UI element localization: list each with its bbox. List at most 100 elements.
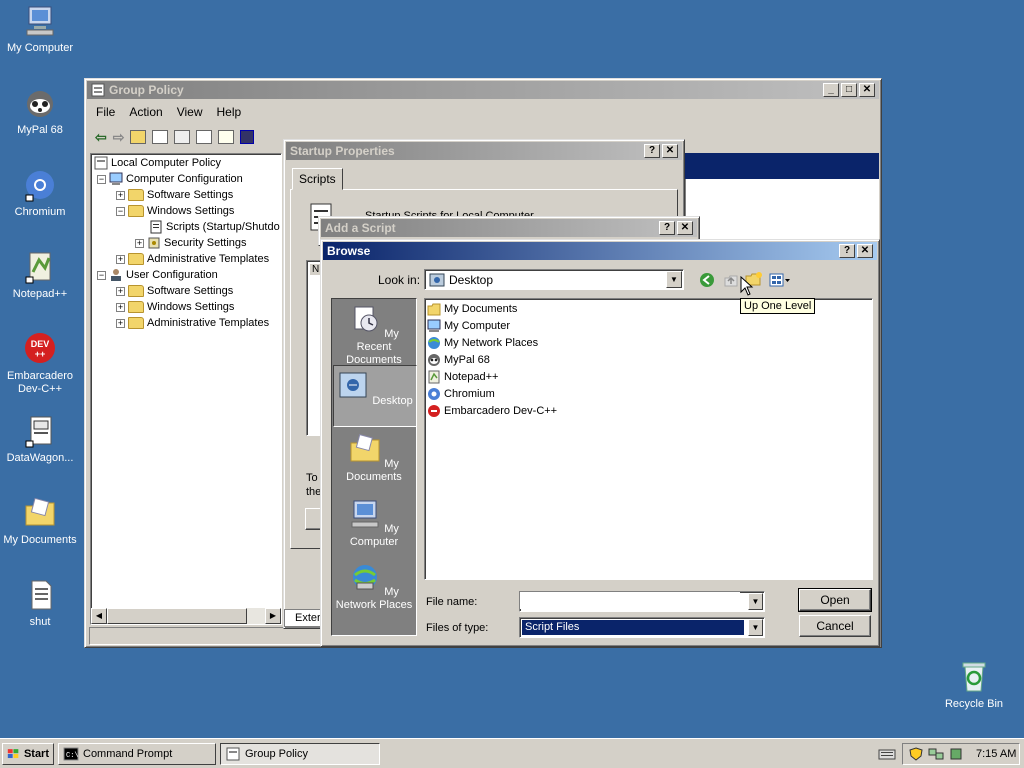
close-button[interactable]: ✕ bbox=[662, 144, 678, 158]
list-item-my-computer[interactable]: My Computer bbox=[427, 318, 510, 334]
list-item-mypal[interactable]: MyPal 68 bbox=[427, 352, 490, 368]
tree-item-windows-settings[interactable]: − Windows Settings bbox=[116, 203, 234, 219]
tree-horizontal-scrollbar[interactable]: ◀ ▶ bbox=[91, 608, 281, 624]
desktop-icon-notepadpp[interactable]: Notepad++ bbox=[0, 250, 80, 301]
tree-item-user-configuration[interactable]: − User Configuration bbox=[97, 267, 218, 283]
tree-item-computer-configuration[interactable]: − Computer Configuration bbox=[97, 171, 243, 187]
chevron-down-icon[interactable]: ▼ bbox=[748, 619, 763, 636]
tree-item-local-computer-policy[interactable]: Local Computer Policy bbox=[94, 155, 221, 171]
menu-action[interactable]: Action bbox=[122, 103, 169, 121]
tree-item-user-windows-settings[interactable]: + Windows Settings bbox=[116, 299, 234, 315]
open-button[interactable]: Open bbox=[798, 588, 872, 612]
add-script-titlebar[interactable]: Add a Script ? ✕ bbox=[321, 219, 697, 237]
scroll-right-button[interactable]: ▶ bbox=[265, 608, 281, 624]
view-menu-icon[interactable] bbox=[769, 272, 791, 288]
list-item-devcpp[interactable]: Embarcadero Dev-C++ bbox=[427, 403, 557, 419]
scroll-left-button[interactable]: ◀ bbox=[91, 608, 107, 624]
tree-pane[interactable]: Local Computer Policy − Computer Configu… bbox=[90, 153, 282, 625]
places-my-computer[interactable]: My Computer bbox=[332, 498, 416, 549]
places-my-network-places[interactable]: My Network Places bbox=[332, 561, 416, 612]
desktop-icon-recycle-bin[interactable]: Recycle Bin bbox=[934, 660, 1014, 711]
menu-view[interactable]: View bbox=[170, 103, 210, 121]
expand-icon[interactable]: + bbox=[116, 318, 125, 328]
file-name-input[interactable] bbox=[520, 592, 740, 609]
desktop-icon-mypal[interactable]: MyPal 68 bbox=[0, 86, 80, 137]
shield-icon[interactable] bbox=[909, 747, 923, 761]
places-my-documents[interactable]: My Documents bbox=[332, 433, 416, 484]
help-button[interactable]: ? bbox=[839, 244, 855, 258]
expand-icon[interactable]: + bbox=[116, 190, 125, 200]
desktop-icon-devcpp[interactable]: DEV ++ Embarcadero Dev-C++ bbox=[0, 332, 80, 396]
expand-icon[interactable]: + bbox=[135, 238, 144, 248]
forward-arrow-icon[interactable]: ⇨ bbox=[113, 129, 125, 146]
computer-policy-icon bbox=[94, 156, 108, 170]
network-icon[interactable] bbox=[928, 747, 944, 761]
desktop-icon-datawagon[interactable]: DataWagon... bbox=[0, 414, 80, 465]
file-list[interactable]: My Documents My Computer My Network Plac… bbox=[424, 298, 873, 580]
taskbar-command-prompt[interactable]: C:\ Command Prompt bbox=[58, 743, 216, 765]
desktop-icon-shut[interactable]: shut bbox=[0, 578, 80, 629]
keyboard-icon[interactable] bbox=[878, 747, 896, 761]
tray-app-icon[interactable] bbox=[949, 747, 963, 761]
up-folder-icon[interactable] bbox=[130, 130, 147, 144]
list-item-my-documents[interactable]: My Documents bbox=[427, 301, 517, 317]
help-button[interactable]: ? bbox=[644, 144, 660, 158]
start-button[interactable]: Start bbox=[2, 743, 54, 765]
list-item-chromium[interactable]: Chromium bbox=[427, 386, 495, 402]
close-button[interactable]: ✕ bbox=[677, 221, 693, 235]
group-policy-icon bbox=[91, 83, 105, 97]
show-hide-tree-icon[interactable] bbox=[152, 130, 169, 144]
chevron-down-icon[interactable]: ▼ bbox=[666, 271, 682, 288]
desktop-icon-my-computer[interactable]: My Computer bbox=[0, 4, 80, 55]
taskbar-group-policy[interactable]: Group Policy bbox=[220, 743, 380, 765]
tree-item-security-settings[interactable]: + Security Settings bbox=[135, 235, 247, 251]
desktop-icon bbox=[429, 273, 445, 286]
chevron-down-icon[interactable]: ▼ bbox=[748, 593, 763, 610]
close-button[interactable]: ✕ bbox=[859, 83, 875, 97]
expand-icon[interactable]: + bbox=[116, 254, 125, 264]
desktop-icon-my-documents[interactable]: My Documents bbox=[0, 496, 80, 547]
startup-properties-titlebar[interactable]: Startup Properties ? ✕ bbox=[286, 142, 682, 160]
scroll-thumb[interactable] bbox=[107, 608, 247, 624]
list-item-my-network-places[interactable]: My Network Places bbox=[427, 335, 538, 351]
look-in-dropdown[interactable]: Desktop ▼ bbox=[424, 269, 684, 290]
collapse-icon[interactable]: − bbox=[97, 270, 106, 280]
svg-text:++: ++ bbox=[35, 349, 46, 359]
group-policy-titlebar[interactable]: Group Policy _ □ ✕ bbox=[87, 81, 879, 99]
collapse-icon[interactable]: − bbox=[116, 206, 125, 216]
export-list-icon[interactable] bbox=[196, 130, 213, 144]
devcpp-icon bbox=[428, 405, 440, 417]
list-item-notepadpp[interactable]: Notepad++ bbox=[427, 369, 498, 385]
extended-tab[interactable]: Exter bbox=[284, 609, 324, 627]
tree-item-administrative-templates[interactable]: + Administrative Templates bbox=[116, 251, 269, 267]
tree-item-user-software-settings[interactable]: + Software Settings bbox=[116, 283, 233, 299]
maximize-button[interactable]: □ bbox=[841, 83, 857, 97]
desktop-icon-label: Embarcadero Dev-C++ bbox=[6, 370, 74, 395]
browse-titlebar[interactable]: Browse ? ✕ bbox=[323, 242, 877, 260]
tree-item-software-settings[interactable]: + Software Settings bbox=[116, 187, 233, 203]
back-arrow-icon[interactable]: ⇦ bbox=[95, 129, 107, 146]
minimize-button[interactable]: _ bbox=[823, 83, 839, 97]
menu-file[interactable]: File bbox=[89, 103, 122, 121]
expand-icon[interactable]: + bbox=[116, 302, 125, 312]
tree-item-scripts[interactable]: Scripts (Startup/Shutdo bbox=[149, 219, 280, 235]
places-my-recent-documents[interactable]: My Recent Documents bbox=[332, 303, 416, 367]
file-name-combobox[interactable]: ▼ bbox=[519, 591, 765, 612]
tab-scripts[interactable]: Scripts bbox=[292, 168, 343, 190]
collapse-icon[interactable]: − bbox=[97, 174, 106, 184]
files-of-type-dropdown[interactable]: Script Files ▼ bbox=[519, 617, 765, 638]
up-one-level-icon[interactable] bbox=[723, 272, 739, 288]
help-icon[interactable] bbox=[218, 130, 235, 144]
close-button[interactable]: ✕ bbox=[857, 244, 873, 258]
help-button[interactable]: ? bbox=[659, 221, 675, 235]
expand-icon[interactable]: + bbox=[116, 286, 125, 296]
console-icon[interactable] bbox=[240, 130, 255, 144]
properties-icon[interactable] bbox=[174, 130, 191, 144]
places-desktop[interactable]: Desktop bbox=[333, 365, 417, 427]
clock[interactable]: 7:15 AM bbox=[976, 748, 1016, 760]
back-icon[interactable] bbox=[699, 272, 715, 288]
desktop-icon-chromium[interactable]: Chromium bbox=[0, 168, 80, 219]
cancel-button[interactable]: Cancel bbox=[799, 615, 871, 637]
tree-item-user-administrative-templates[interactable]: + Administrative Templates bbox=[116, 315, 269, 331]
menu-help[interactable]: Help bbox=[210, 103, 249, 121]
